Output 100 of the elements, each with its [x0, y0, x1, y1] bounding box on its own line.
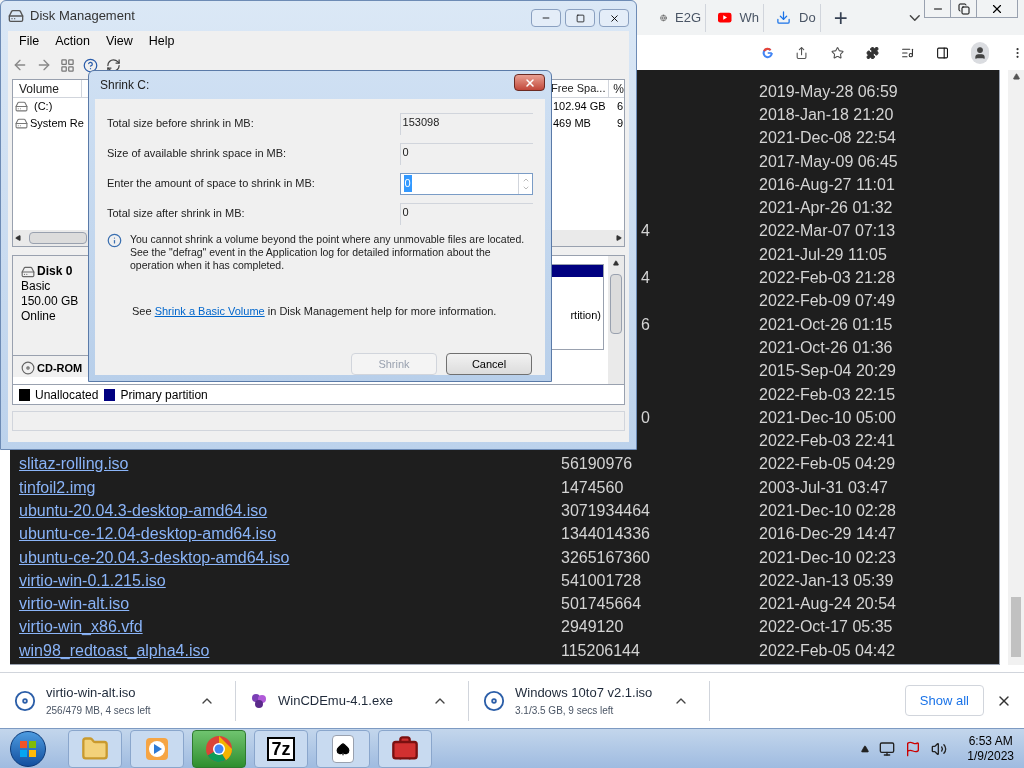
close-button[interactable]	[514, 74, 545, 92]
legend-label: Unallocated	[35, 386, 99, 404]
taskbar-app-button[interactable]: 7z	[254, 729, 308, 768]
volume-name: (C:)	[34, 100, 53, 113]
app-icon	[8, 8, 24, 24]
field-label: Total size before shrink in MB:	[107, 116, 255, 132]
start-button[interactable]	[10, 730, 46, 767]
percent-free: 6	[617, 99, 624, 115]
new-tab-button[interactable]: +	[829, 5, 853, 30]
download-status: 256/479 MB, 4 secs left	[46, 703, 152, 718]
google-icon[interactable]	[762, 45, 774, 60]
menu-item[interactable]: Action	[55, 31, 90, 51]
minimize-button[interactable]	[531, 9, 561, 27]
window-title: Disk Management	[30, 7, 135, 26]
browser-tab[interactable]: Wh	[706, 3, 764, 32]
file-link[interactable]: virtio-win-0.1.215.iso	[19, 571, 166, 589]
download-item[interactable]: virtio-win-alt.iso 256/479 MB, 4 secs left	[0, 680, 236, 721]
taskbar-app-button[interactable]	[316, 729, 370, 768]
free-space: 102.94 GB	[553, 99, 607, 115]
file-link[interactable]: win98_redtoast_alpha4.iso	[19, 641, 210, 659]
scrollbar-thumb[interactable]	[1011, 597, 1021, 657]
chrome-icon	[205, 734, 233, 763]
network-icon[interactable]	[879, 740, 896, 757]
file-link[interactable]: tinfoil2.img	[19, 478, 96, 496]
taskbar-app-button[interactable]	[378, 729, 432, 768]
show-all-button[interactable]: Show all	[904, 684, 984, 717]
scroll-right-icon[interactable]	[616, 235, 622, 241]
cdrom-name: CD-ROM	[37, 361, 83, 376]
file-date: 2016-Aug-27 11:01	[759, 174, 895, 195]
file-date: 2022-Feb-03 22:15	[759, 384, 896, 405]
scroll-up-icon[interactable]	[613, 260, 619, 266]
file-date: 2022-Jan-13 05:39	[759, 570, 894, 591]
volume-icon[interactable]	[931, 740, 948, 757]
readonly-field: 0	[399, 202, 533, 225]
download-item[interactable]: WinCDEmu-4.1.exe	[236, 680, 469, 721]
scroll-up-icon[interactable]	[1012, 73, 1020, 80]
help-link[interactable]: Shrink a Basic Volume	[154, 304, 265, 317]
download-icon	[776, 10, 791, 25]
bookmark-star-icon[interactable]	[830, 44, 844, 61]
file-link[interactable]: slitaz-rolling.iso	[19, 455, 129, 473]
legend-label: Primary partition	[120, 386, 208, 404]
tray-expand-icon[interactable]	[861, 744, 870, 753]
field-label: Total size after shrink in MB:	[107, 206, 246, 222]
file-link[interactable]: ubuntu-ce-12.04-desktop-amd64.iso	[19, 525, 277, 543]
file-size: 6	[641, 315, 650, 333]
menu-item[interactable]: View	[105, 31, 133, 51]
clock[interactable]: 6:53 AM 1/9/2023	[967, 733, 1014, 764]
back-icon[interactable]	[12, 57, 28, 73]
cdrom-icon	[21, 361, 35, 376]
file-size: 3071934464	[561, 502, 650, 519]
file-date: 2021-Aug-24 20:54	[759, 594, 896, 615]
scrollbar[interactable]	[1008, 70, 1024, 665]
vertical-scrollbar[interactable]	[608, 256, 624, 384]
windows-logo-icon	[19, 739, 37, 758]
dialog-button[interactable]: Cancel	[446, 353, 532, 375]
browser-tab[interactable]: Do	[764, 3, 821, 32]
file-date: 2022-Feb-05 04:42	[759, 640, 896, 661]
file-date: 2021-Jul-29 11:05	[759, 244, 887, 265]
maximize-button[interactable]	[565, 9, 595, 27]
share-icon[interactable]	[795, 44, 809, 61]
free-space: 469 MB	[553, 116, 592, 132]
toolbox-icon	[391, 734, 419, 763]
disk-type: Basic	[21, 279, 52, 294]
menu-item[interactable]: Help	[148, 31, 175, 51]
file-date: 2015-Sep-04 20:29	[759, 361, 896, 382]
side-panel-icon[interactable]	[935, 44, 949, 61]
column-header[interactable]: %	[609, 80, 624, 97]
disk-name: Disk 0	[37, 264, 73, 279]
file-link[interactable]: ubuntu-20.04.3-desktop-amd64.iso	[19, 502, 268, 519]
file-date: 2022-Feb-03 22:41	[759, 431, 896, 452]
file-size: 56190976	[561, 455, 633, 473]
scrollbar-thumb[interactable]	[610, 274, 622, 334]
browser-tab[interactable]: E2G	[648, 3, 706, 32]
menu-item[interactable]: File	[19, 31, 40, 51]
file-date: 2021-Dec-10 02:23	[759, 547, 896, 568]
panel-icon[interactable]	[60, 57, 75, 73]
disk-status: Online	[21, 309, 57, 324]
file-date: 2022-Mar-07 07:13	[759, 221, 896, 242]
app-file-icon	[250, 691, 268, 710]
readonly-field: 153098	[399, 112, 533, 135]
file-link[interactable]: virtio-win-alt.iso	[19, 595, 130, 613]
playing-card-icon	[332, 734, 354, 763]
file-size: 0	[641, 408, 650, 426]
extensions-icon[interactable]	[865, 44, 879, 61]
forward-icon[interactable]	[36, 57, 52, 73]
profile-avatar[interactable]	[970, 41, 989, 64]
drive-icon	[15, 117, 28, 130]
action-center-icon[interactable]	[905, 740, 922, 757]
scroll-left-icon[interactable]	[15, 235, 21, 241]
field-label: Size of available shrink space in MB:	[107, 146, 288, 162]
download-item[interactable]: Windows 10to7 v2.1.iso 3.1/3.5 GB, 9 secs left	[469, 680, 710, 721]
file-size: 1474560	[561, 478, 624, 496]
file-date: 2022-Feb-05 04:29	[759, 454, 896, 475]
refresh-icon[interactable]	[106, 57, 121, 73]
file-date: 2022-Feb-09 07:49	[759, 291, 896, 312]
scrollbar-thumb[interactable]	[29, 232, 87, 244]
column-header[interactable]: Volume	[13, 80, 83, 97]
file-link[interactable]: ubuntu-ce-20.04.3-desktop-amd64.iso	[19, 548, 290, 566]
help-icon[interactable]	[83, 57, 98, 73]
file-link[interactable]: virtio-win_x86.vfd	[19, 618, 143, 636]
